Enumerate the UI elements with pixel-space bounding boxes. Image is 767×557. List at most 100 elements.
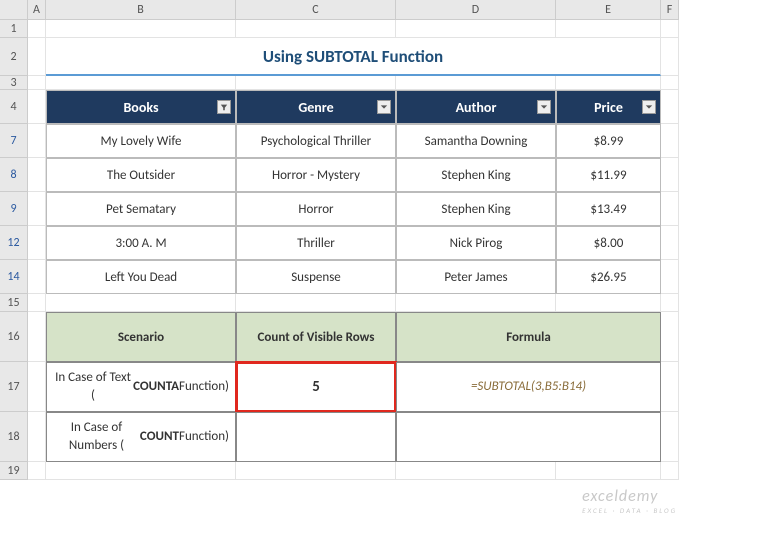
cell-author-4[interactable]: Peter James — [396, 260, 556, 294]
col-F[interactable]: F — [661, 0, 679, 20]
header-count[interactable]: Count of Visible Rows — [236, 312, 396, 362]
scenario-0-count[interactable]: 5 — [236, 362, 396, 412]
cell-F19[interactable] — [661, 462, 679, 480]
scenario-1-count[interactable] — [236, 412, 396, 462]
cell-E3[interactable] — [556, 76, 661, 90]
cell-F12[interactable] — [661, 226, 679, 260]
cell-A19[interactable] — [28, 462, 46, 480]
row-14[interactable]: 14 — [0, 260, 28, 294]
cell-book-0[interactable]: My Lovely Wife — [46, 124, 236, 158]
row-8[interactable]: 8 — [0, 158, 28, 192]
cell-A2[interactable] — [28, 38, 46, 76]
cell-C1[interactable] — [236, 20, 396, 38]
cell-A7[interactable] — [28, 124, 46, 158]
cell-E19[interactable] — [556, 462, 661, 480]
row-19[interactable]: 19 — [0, 462, 28, 480]
cell-price-0[interactable]: $8.99 — [556, 124, 661, 158]
col-B[interactable]: B — [46, 0, 236, 20]
cell-B3[interactable] — [46, 76, 236, 90]
cell-A12[interactable] — [28, 226, 46, 260]
header-price[interactable]: Price — [556, 90, 661, 124]
cell-A14[interactable] — [28, 260, 46, 294]
row-16[interactable]: 16 — [0, 312, 28, 362]
cell-F8[interactable] — [661, 158, 679, 192]
row-12[interactable]: 12 — [0, 226, 28, 260]
filter-genre-icon[interactable] — [377, 100, 391, 114]
row-7[interactable]: 7 — [0, 124, 28, 158]
cell-D3[interactable] — [396, 76, 556, 90]
cell-F7[interactable] — [661, 124, 679, 158]
cell-F4[interactable] — [661, 90, 679, 124]
cell-price-2[interactable]: $13.49 — [556, 192, 661, 226]
scenario-1-label[interactable]: In Case of Numbers (COUNT Function) — [46, 412, 236, 462]
page-title[interactable]: Using SUBTOTAL Function — [46, 38, 661, 76]
cell-F18[interactable] — [661, 412, 679, 462]
cell-A8[interactable] — [28, 158, 46, 192]
header-formula[interactable]: Formula — [396, 312, 661, 362]
cell-F17[interactable] — [661, 362, 679, 412]
select-all-cell[interactable] — [0, 0, 28, 20]
cell-A18[interactable] — [28, 412, 46, 462]
row-9[interactable]: 9 — [0, 192, 28, 226]
row-17[interactable]: 17 — [0, 362, 28, 412]
row-15[interactable]: 15 — [0, 294, 28, 312]
cell-D15[interactable] — [396, 294, 556, 312]
cell-D1[interactable] — [396, 20, 556, 38]
header-scenario[interactable]: Scenario — [46, 312, 236, 362]
cell-A9[interactable] — [28, 192, 46, 226]
cell-price-4[interactable]: $26.95 — [556, 260, 661, 294]
cell-genre-3[interactable]: Thriller — [236, 226, 396, 260]
cell-A17[interactable] — [28, 362, 46, 412]
row-18[interactable]: 18 — [0, 412, 28, 462]
cell-author-1[interactable]: Stephen King — [396, 158, 556, 192]
col-D[interactable]: D — [396, 0, 556, 20]
cell-genre-4[interactable]: Suspense — [236, 260, 396, 294]
cell-A4[interactable] — [28, 90, 46, 124]
cell-price-3[interactable]: $8.00 — [556, 226, 661, 260]
cell-genre-2[interactable]: Horror — [236, 192, 396, 226]
cell-C19[interactable] — [236, 462, 396, 480]
col-E[interactable]: E — [556, 0, 661, 20]
cell-C3[interactable] — [236, 76, 396, 90]
cell-author-0[interactable]: Samantha Downing — [396, 124, 556, 158]
row-2[interactable]: 2 — [0, 38, 28, 76]
col-A[interactable]: A — [28, 0, 46, 20]
header-genre[interactable]: Genre — [236, 90, 396, 124]
cell-author-3[interactable]: Nick Pirog — [396, 226, 556, 260]
cell-B19[interactable] — [46, 462, 236, 480]
row-4[interactable]: 4 — [0, 90, 28, 124]
cell-genre-0[interactable]: Psychological Thriller — [236, 124, 396, 158]
cell-E15[interactable] — [556, 294, 661, 312]
cell-A3[interactable] — [28, 76, 46, 90]
filter-books-icon[interactable] — [217, 100, 231, 114]
cell-F15[interactable] — [661, 294, 679, 312]
filter-author-icon[interactable] — [537, 100, 551, 114]
col-C[interactable]: C — [236, 0, 396, 20]
cell-book-2[interactable]: Pet Sematary — [46, 192, 236, 226]
cell-F16[interactable] — [661, 312, 679, 362]
header-author[interactable]: Author — [396, 90, 556, 124]
cell-price-1[interactable]: $11.99 — [556, 158, 661, 192]
cell-A16[interactable] — [28, 312, 46, 362]
cell-B1[interactable] — [46, 20, 236, 38]
cell-F2[interactable] — [661, 38, 679, 76]
cell-genre-1[interactable]: Horror - Mystery — [236, 158, 396, 192]
cell-A15[interactable] — [28, 294, 46, 312]
cell-book-3[interactable]: 3:00 A. M — [46, 226, 236, 260]
cell-book-1[interactable]: The Outsider — [46, 158, 236, 192]
row-1[interactable]: 1 — [0, 20, 28, 38]
scenario-0-label[interactable]: In Case of Text (COUNTA Function) — [46, 362, 236, 412]
filter-price-icon[interactable] — [642, 100, 656, 114]
scenario-1-formula[interactable] — [396, 412, 661, 462]
cell-B15[interactable] — [46, 294, 236, 312]
cell-D19[interactable] — [396, 462, 556, 480]
header-books[interactable]: Books — [46, 90, 236, 124]
cell-author-2[interactable]: Stephen King — [396, 192, 556, 226]
cell-F3[interactable] — [661, 76, 679, 90]
scenario-0-formula[interactable]: =SUBTOTAL(3,B5:B14) — [396, 362, 661, 412]
cell-F14[interactable] — [661, 260, 679, 294]
cell-book-4[interactable]: Left You Dead — [46, 260, 236, 294]
cell-C15[interactable] — [236, 294, 396, 312]
cell-F9[interactable] — [661, 192, 679, 226]
cell-E1[interactable] — [556, 20, 661, 38]
